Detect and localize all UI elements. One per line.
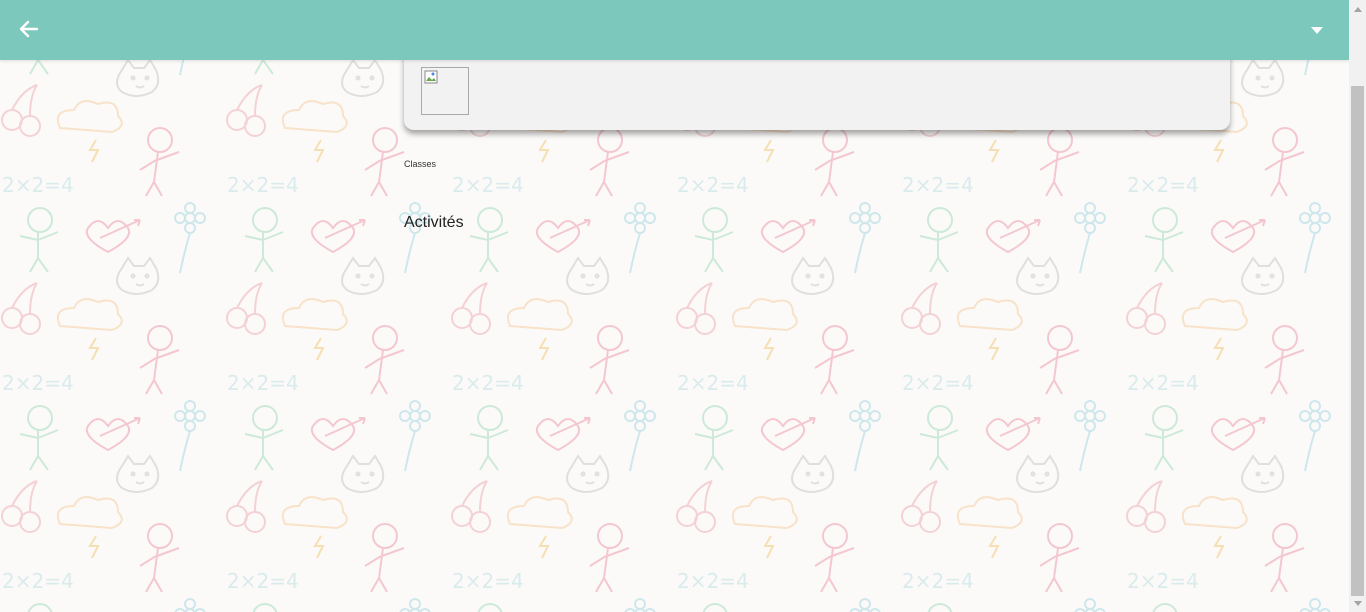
arrow-left-icon xyxy=(19,20,39,38)
classes-label[interactable]: Classes xyxy=(404,159,436,169)
top-app-bar xyxy=(0,0,1349,60)
page-viewport: 2×2=4 xyxy=(0,0,1349,612)
caret-down-icon xyxy=(1311,27,1323,34)
vertical-scrollbar[interactable] xyxy=(1349,0,1366,612)
broken-image-icon xyxy=(421,67,469,115)
back-button[interactable] xyxy=(12,12,46,46)
scroll-down-arrow[interactable] xyxy=(1349,595,1366,612)
scroll-thumb[interactable] xyxy=(1351,86,1364,596)
menu-dropdown-button[interactable] xyxy=(1303,16,1331,44)
scroll-up-arrow[interactable] xyxy=(1349,0,1366,17)
activities-title: Activités xyxy=(404,214,464,231)
